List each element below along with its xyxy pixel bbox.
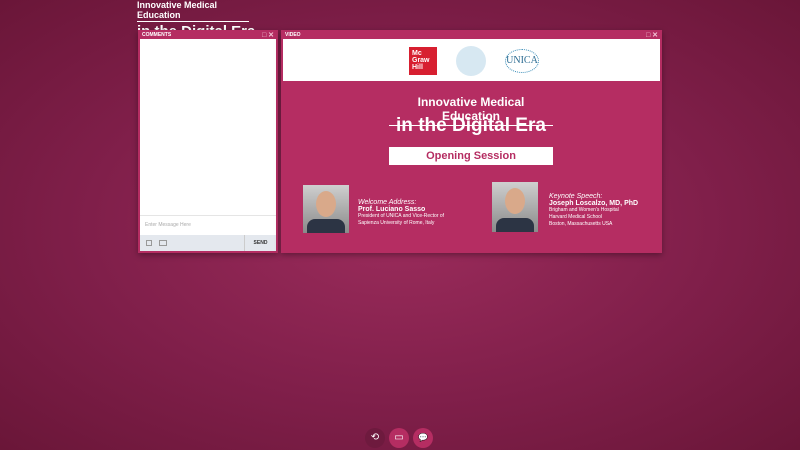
speaker-2: Keynote Speech: Joseph Loscalzo, MD, PhD… bbox=[549, 193, 638, 228]
brand-line1: Innovative Medical Education bbox=[137, 0, 249, 22]
refresh-icon[interactable]: ⟲ bbox=[365, 428, 385, 448]
speaker-name: Joseph Loscalzo, MD, PhD bbox=[549, 200, 639, 207]
speaker-affiliation: Harvard Medical School bbox=[549, 214, 603, 220]
message-input[interactable]: Enter Message Here bbox=[140, 215, 276, 235]
maximize-icon[interactable]: □ bbox=[646, 32, 650, 39]
close-icon[interactable]: ✕ bbox=[652, 32, 658, 39]
chat-icon[interactable]: 💬 bbox=[413, 428, 433, 448]
screen-icon[interactable]: ▭ bbox=[389, 428, 409, 448]
speaker-name: Prof. Luciano Sasso bbox=[358, 206, 426, 213]
video-panel: VIDEO □ ✕ Mc Graw Hill UNICA Innovative Me… bbox=[281, 30, 662, 253]
speaker-photo bbox=[303, 185, 349, 233]
video-title: VIDEO bbox=[285, 32, 301, 38]
comments-toolbar: SEND bbox=[140, 235, 276, 251]
unica-logo: UNICA bbox=[505, 49, 539, 73]
logo-bar: Mc Graw Hill UNICA bbox=[283, 39, 660, 81]
bottom-controls: ⟲ ▭ 💬 bbox=[365, 428, 433, 448]
video-slide[interactable]: Innovative Medical Education in the Digi… bbox=[283, 81, 660, 251]
speaker-affiliation: President of UNICA and Vice-Rector of bbox=[358, 213, 445, 219]
speaker-photo bbox=[492, 182, 538, 232]
session-label: Opening Session bbox=[389, 147, 553, 165]
slide-title2: in the Digital Era bbox=[396, 115, 546, 136]
comments-list bbox=[140, 39, 276, 215]
comments-title: COMMENTS bbox=[142, 32, 172, 38]
speaker-affiliation: Brigham and Women's Hospital bbox=[549, 207, 619, 213]
speaker-affiliation: Boston, Massachusetts USA bbox=[549, 221, 613, 227]
speaker-1: Welcome Address: Prof. Luciano Sasso Pre… bbox=[358, 199, 444, 227]
comments-header: COMMENTS □ ✕ bbox=[140, 32, 276, 39]
speaker-role: Keynote Speech: bbox=[549, 193, 603, 200]
maximize-icon[interactable]: □ bbox=[262, 32, 266, 39]
mcgraw-hill-logo: Mc Graw Hill bbox=[409, 47, 437, 75]
video-header: VIDEO □ ✕ bbox=[283, 32, 660, 39]
send-button[interactable]: SEND bbox=[244, 235, 276, 251]
close-icon[interactable]: ✕ bbox=[268, 32, 274, 39]
emoji-icon[interactable] bbox=[159, 240, 167, 246]
speaker-affiliation: Sapienza University of Rome, Italy bbox=[358, 220, 435, 226]
partner-logo bbox=[456, 46, 486, 76]
font-icon[interactable] bbox=[146, 240, 152, 246]
comments-panel: COMMENTS □ ✕ Enter Message Here SEND bbox=[138, 30, 278, 253]
speaker-role: Welcome Address: bbox=[358, 199, 417, 206]
